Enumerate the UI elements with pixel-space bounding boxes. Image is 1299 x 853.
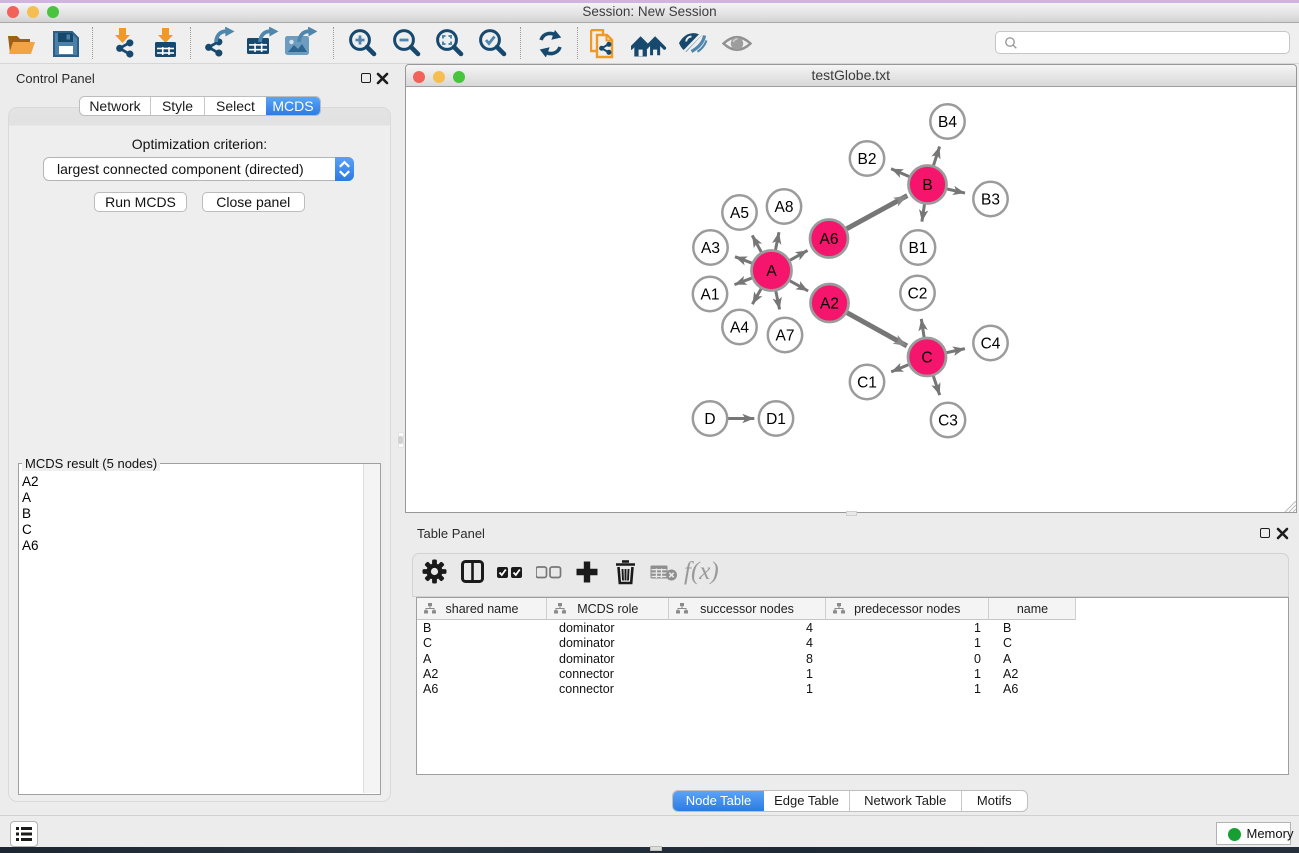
svg-text:A5: A5 <box>730 204 749 221</box>
svg-text:A2: A2 <box>820 295 839 312</box>
svg-text:C: C <box>921 349 932 366</box>
svg-text:C1: C1 <box>857 374 877 391</box>
svg-text:C4: C4 <box>980 335 1000 352</box>
svg-text:B1: B1 <box>908 239 927 256</box>
svg-text:A8: A8 <box>774 198 793 215</box>
svg-text:B3: B3 <box>981 191 1000 208</box>
svg-text:C2: C2 <box>907 285 927 302</box>
svg-text:D: D <box>704 410 715 427</box>
svg-text:D1: D1 <box>766 410 786 427</box>
svg-text:A7: A7 <box>775 327 794 344</box>
svg-text:A6: A6 <box>819 230 838 247</box>
svg-text:A4: A4 <box>730 319 749 336</box>
svg-text:A1: A1 <box>700 286 719 303</box>
svg-text:B2: B2 <box>857 150 876 167</box>
svg-text:B4: B4 <box>938 113 957 130</box>
svg-text:B: B <box>922 176 932 193</box>
svg-text:C3: C3 <box>938 412 958 429</box>
svg-text:A3: A3 <box>701 239 720 256</box>
svg-text:A: A <box>766 262 777 279</box>
